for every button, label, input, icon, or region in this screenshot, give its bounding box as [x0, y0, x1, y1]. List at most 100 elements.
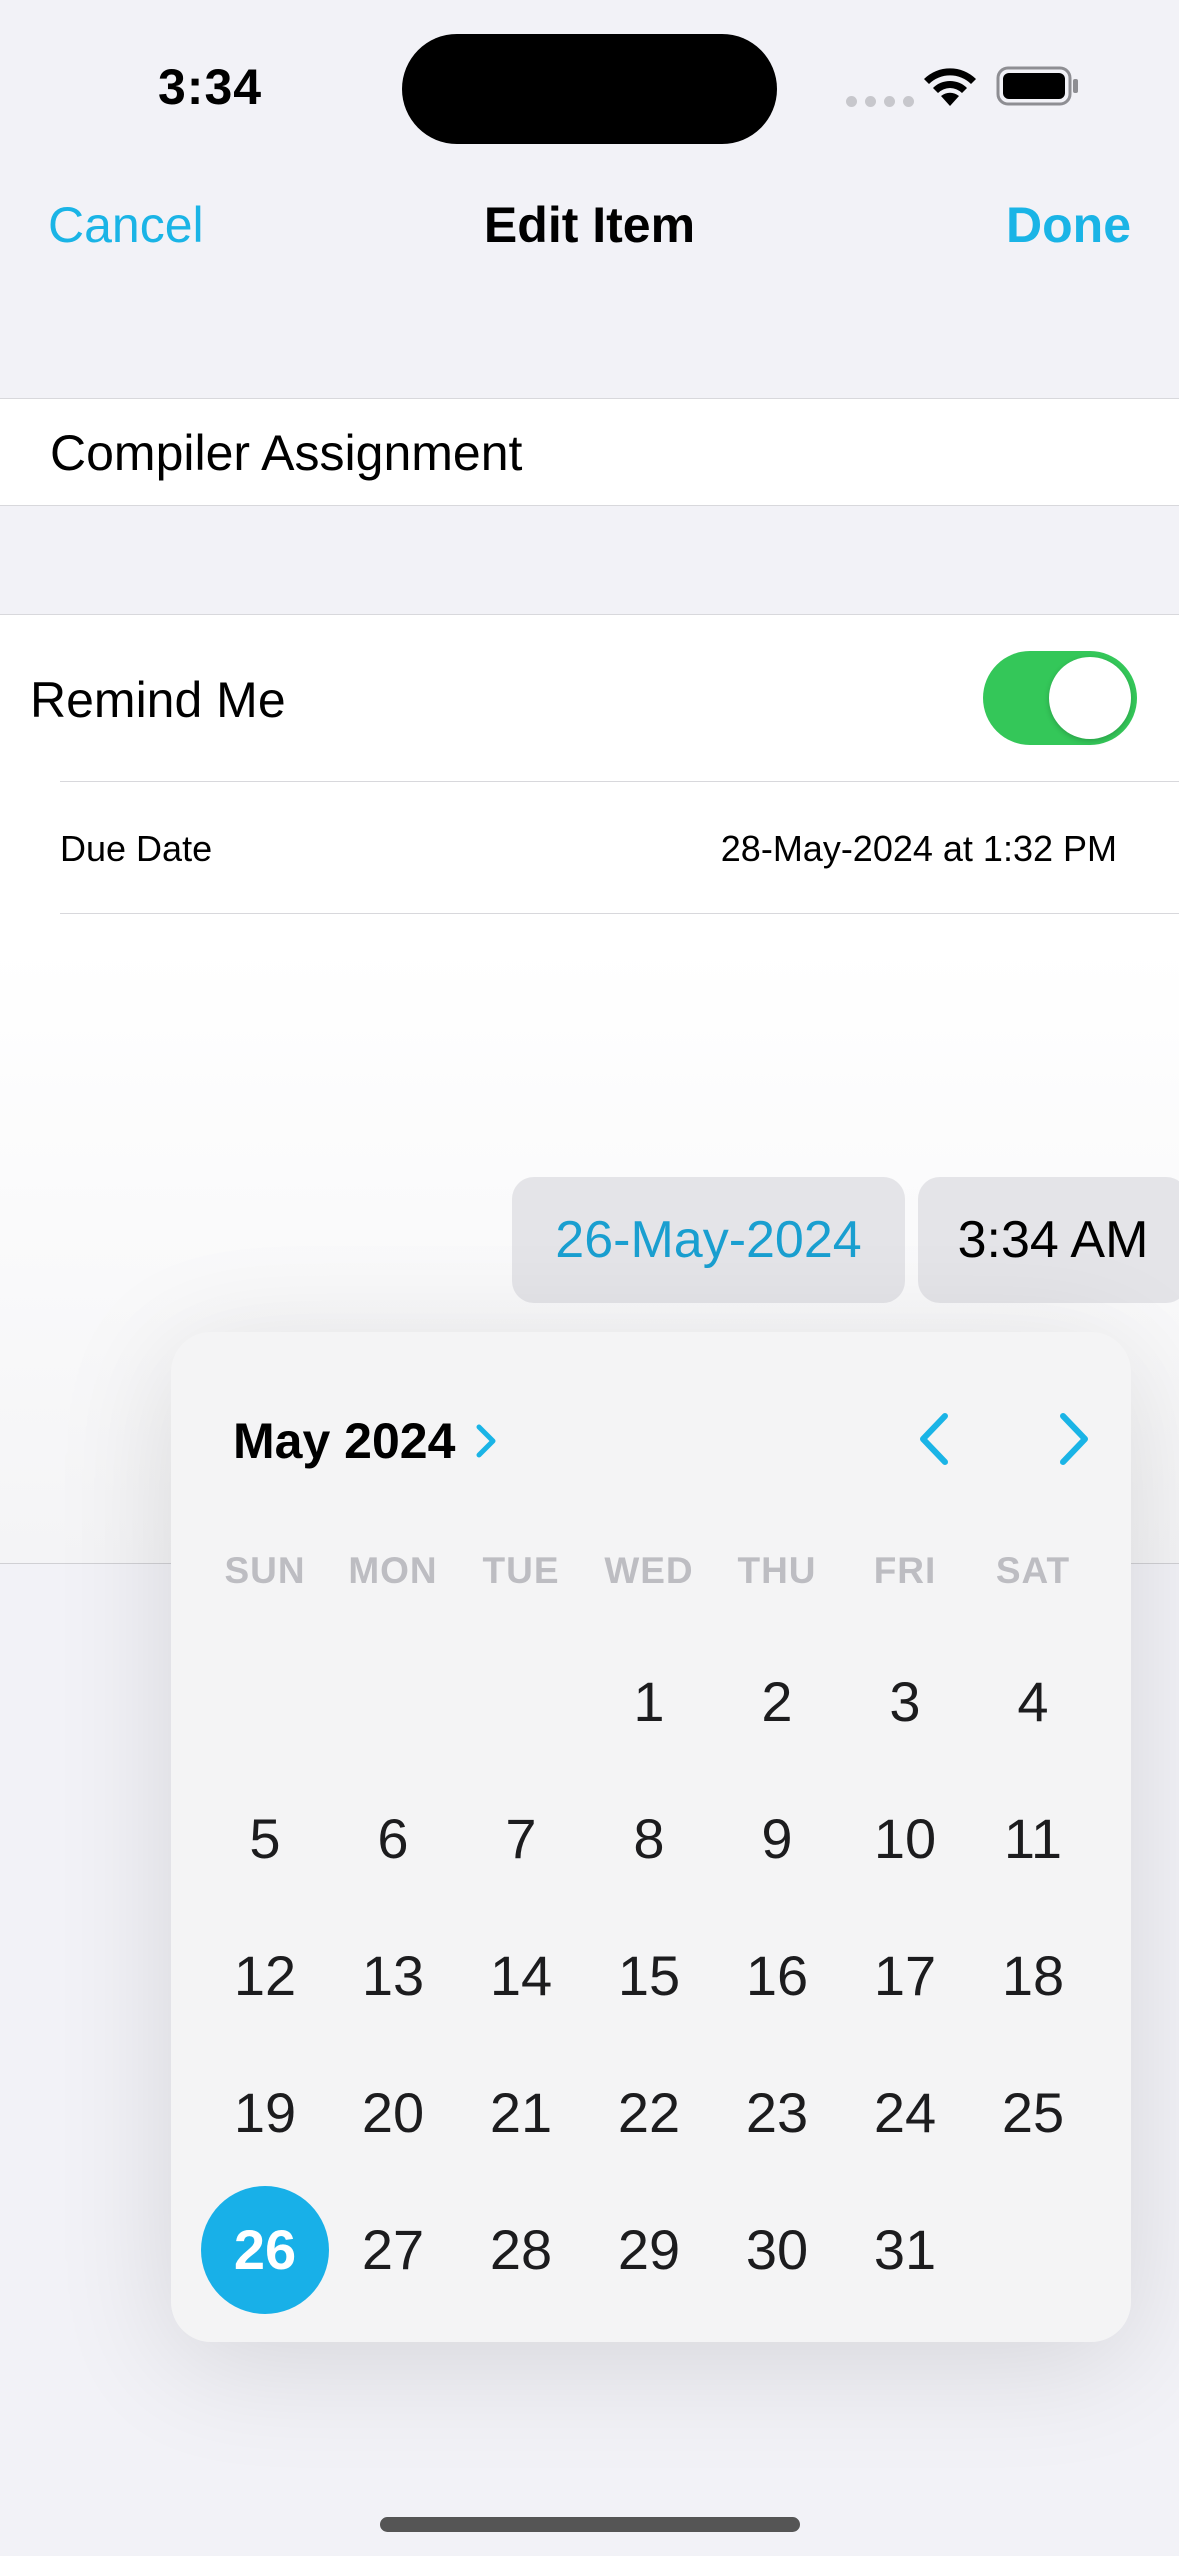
status-time: 3:34	[158, 59, 263, 115]
calendar-blank-cell	[201, 1633, 329, 1770]
weekday-label: WED	[604, 1550, 694, 1591]
next-month-button[interactable]	[1037, 1404, 1107, 1474]
calendar-day-number: 19	[233, 2081, 297, 2144]
done-button[interactable]: Done	[1006, 196, 1131, 254]
calendar-day[interactable]: 22	[585, 2044, 713, 2181]
weekday-label: SAT	[995, 1550, 1071, 1591]
calendar-day[interactable]: 24	[841, 2044, 969, 2181]
calendar-day-number: 27	[361, 2218, 425, 2281]
weekday-header: SUN MON TUE WED THU FRI SAT	[201, 1550, 1097, 1592]
calendar-day-grid: 1 2 3 4 5 6 7 8 9 10 11 12 13 14 15 16 17 18 19 20 21 22 23 24 2…	[201, 1633, 1097, 2318]
previous-month-button[interactable]	[901, 1404, 971, 1474]
calendar-day[interactable]: 6	[329, 1770, 457, 1907]
due-date-label: Due Date	[60, 828, 213, 869]
calendar-day-number: 20	[361, 2081, 425, 2144]
calendar-day[interactable]: 7	[457, 1770, 585, 1907]
calendar-day[interactable]: 15	[585, 1907, 713, 2044]
month-year-label: May 2024	[233, 1413, 456, 1469]
calendar-day[interactable]: 1	[585, 1633, 713, 1770]
calendar-day-number: 5	[249, 1807, 281, 1870]
calendar-day-number: 13	[361, 1944, 425, 2007]
calendar-day-number: 17	[873, 1944, 937, 2007]
calendar-day-number: 25	[1001, 2081, 1065, 2144]
calendar-day[interactable]: 9	[713, 1770, 841, 1907]
month-year-selector[interactable]: May 2024	[233, 1412, 499, 1470]
calendar-day[interactable]: 30	[713, 2181, 841, 2318]
cellular-signal-icon	[846, 96, 914, 107]
calendar-day-number: 28	[489, 2218, 553, 2281]
remind-me-toggle[interactable]	[983, 651, 1137, 745]
calendar-day[interactable]: 8	[585, 1770, 713, 1907]
calendar-day-number: 31	[873, 2218, 937, 2281]
weekday-label: FRI	[873, 1550, 937, 1591]
calendar-day-number: 21	[489, 2081, 553, 2144]
remind-me-label: Remind Me	[30, 672, 286, 728]
calendar-day-number: 15	[617, 1944, 681, 2007]
calendar-day[interactable]: 14	[457, 1907, 585, 2044]
date-picker-button[interactable]: 26-May-2024	[512, 1177, 905, 1303]
calendar-day[interactable]: 31	[841, 2181, 969, 2318]
calendar-day-number: 1	[633, 1670, 665, 1733]
dynamic-island	[402, 34, 777, 144]
calendar-day-number: 7	[505, 1807, 537, 1870]
battery-icon	[996, 66, 1078, 106]
weekday-label: THU	[737, 1550, 817, 1591]
due-date-value: 28-May-2024 at 1:32 PM	[720, 828, 1117, 869]
calendar-day-number: 23	[745, 2081, 809, 2144]
weekday-label: TUE	[482, 1550, 560, 1591]
wifi-icon	[924, 68, 976, 106]
calendar-blank-cell	[329, 1633, 457, 1770]
calendar-day[interactable]: 29	[585, 2181, 713, 2318]
calendar-day-number: 4	[1017, 1670, 1049, 1733]
calendar-day-number: 14	[489, 1944, 553, 2007]
item-title-field[interactable]: Compiler Assignment	[0, 398, 1179, 506]
calendar-day[interactable]: 19	[201, 2044, 329, 2181]
calendar-day[interactable]: 2	[713, 1633, 841, 1770]
time-picker-button[interactable]: 3:34 AM	[918, 1177, 1179, 1303]
calendar-day-number: 16	[745, 1944, 809, 2007]
calendar-day-number: 10	[873, 1807, 937, 1870]
calendar-day-number: 30	[745, 2218, 809, 2281]
divider	[60, 781, 1179, 782]
calendar-blank-cell	[457, 1633, 585, 1770]
calendar-day-number: 3	[889, 1670, 921, 1733]
calendar-day-number: 2	[761, 1670, 793, 1733]
item-title-text: Compiler Assignment	[50, 425, 523, 481]
calendar-day[interactable]: 11	[969, 1770, 1097, 1907]
calendar-day-number: 26	[201, 2185, 329, 2314]
calendar-day[interactable]: 12	[201, 1907, 329, 2044]
calendar-day-number: 8	[633, 1807, 665, 1870]
edit-item-screen: 3:34 Edit Item Cancel Done Compiler Assi…	[0, 0, 1179, 2556]
calendar-day-number: 22	[617, 2081, 681, 2144]
calendar-day[interactable]: 13	[329, 1907, 457, 2044]
calendar-day-selected[interactable]: 26	[201, 2181, 329, 2318]
calendar-day[interactable]: 10	[841, 1770, 969, 1907]
chevron-right-icon	[476, 1424, 496, 1458]
calendar-day[interactable]: 21	[457, 2044, 585, 2181]
calendar-day[interactable]: 28	[457, 2181, 585, 2318]
divider	[60, 913, 1179, 914]
calendar-day[interactable]: 16	[713, 1907, 841, 2044]
calendar-day[interactable]: 18	[969, 1907, 1097, 2044]
calendar-day-number: 24	[873, 2081, 937, 2144]
weekday-label: MON	[348, 1550, 438, 1591]
calendar-day[interactable]: 3	[841, 1633, 969, 1770]
toggle-knob	[1049, 657, 1131, 739]
calendar-day[interactable]: 5	[201, 1770, 329, 1907]
calendar-popover: May 2024 SUN MON TUE WED THU FRI SAT 123…	[171, 1332, 1131, 2342]
weekday-label: SUN	[224, 1550, 306, 1591]
calendar-day[interactable]: 25	[969, 2044, 1097, 2181]
calendar-day[interactable]: 4	[969, 1633, 1097, 1770]
calendar-day[interactable]: 17	[841, 1907, 969, 2044]
calendar-day-number: 11	[1003, 1807, 1063, 1870]
calendar-day-number: 29	[617, 2218, 681, 2281]
calendar-day-number: 6	[377, 1807, 409, 1870]
calendar-day[interactable]: 27	[329, 2181, 457, 2318]
home-indicator	[380, 2517, 800, 2532]
calendar-day-number: 18	[1001, 1944, 1065, 2007]
calendar-day-number: 9	[761, 1807, 793, 1870]
calendar-day[interactable]: 23	[713, 2044, 841, 2181]
calendar-day-number: 12	[233, 1944, 297, 2007]
cancel-button[interactable]: Cancel	[48, 196, 204, 254]
calendar-day[interactable]: 20	[329, 2044, 457, 2181]
